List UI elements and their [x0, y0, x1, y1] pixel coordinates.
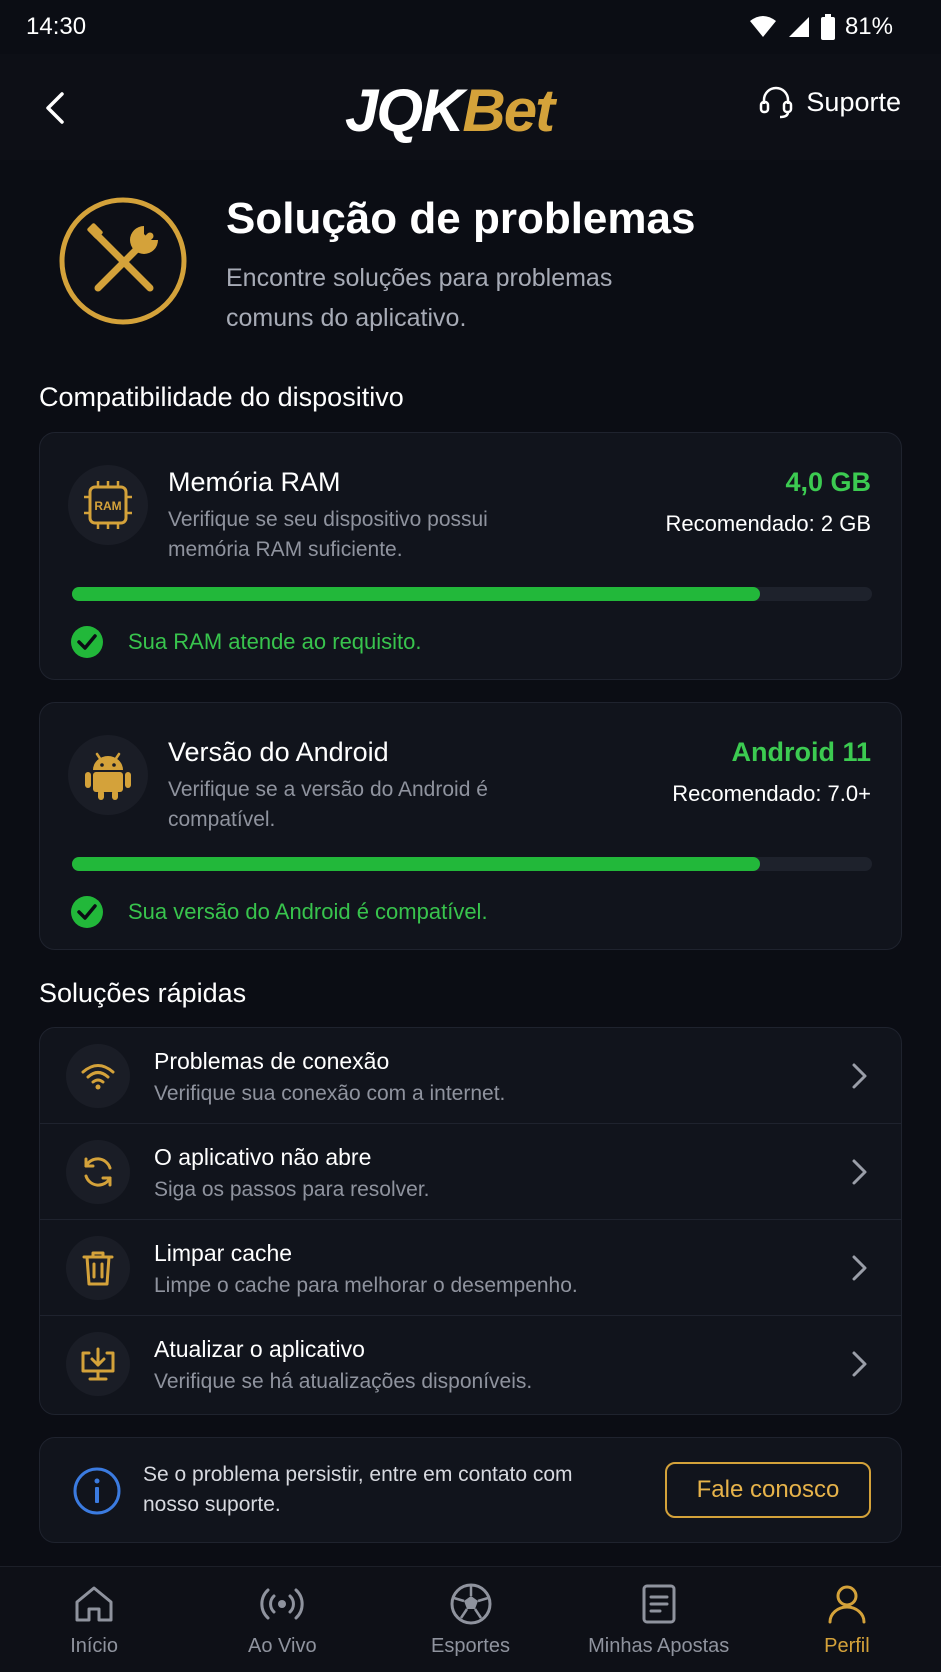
android-progress-fill: [72, 857, 760, 871]
battery-percent: 81%: [844, 13, 893, 40]
page-title: Solução de problemas: [226, 194, 696, 243]
quick-icon-wrap: [66, 1140, 130, 1204]
android-icon-wrap: [68, 735, 148, 815]
quick-solutions-list: Problemas de conexão Verifique sua conex…: [39, 1027, 902, 1415]
nav-item-sports[interactable]: Esportes: [376, 1567, 564, 1672]
android-progress-track: [72, 857, 872, 871]
home-icon: [75, 1586, 113, 1622]
cell-signal-icon: [788, 17, 809, 37]
live-icon: [260, 1588, 304, 1620]
nav-item-live[interactable]: Ao Vivo: [188, 1567, 376, 1672]
android-status-text: Sua versão do Android é compatível.: [128, 899, 488, 924]
quick-item-title: Limpar cache: [154, 1240, 293, 1266]
status-time: 14:30: [26, 13, 87, 40]
update-icon: [81, 1347, 115, 1381]
android-card: Versão do Android Verifique se a versão …: [39, 702, 902, 950]
profile-icon: [828, 1585, 866, 1624]
ram-status-text: Sua RAM atende ao requisito.: [128, 629, 422, 654]
status-icons: 81%: [749, 13, 893, 41]
android-description: Verifique se a versão do Android é compa…: [168, 778, 488, 831]
page-subtitle: Encontre soluções para problemas comuns …: [226, 264, 613, 332]
trash-icon: [82, 1251, 114, 1286]
quick-solutions-section-title: Soluções rápidas: [39, 978, 247, 1008]
ram-card: RAM Memória RAM Verifique se seu disposi…: [39, 432, 902, 680]
quick-item-description: Verifique sua conexão com a internet.: [154, 1082, 506, 1105]
bets-icon: [642, 1584, 676, 1624]
nav-label: Início: [70, 1635, 118, 1657]
nav-label: Perfil: [824, 1635, 870, 1657]
quick-item-description: Siga os passos para resolver.: [154, 1178, 430, 1201]
android-value: Android 11: [731, 737, 871, 767]
ram-icon-text: RAM: [94, 499, 121, 513]
quick-item-title: Atualizar o aplicativo: [154, 1336, 365, 1362]
tools-icon: [59, 197, 187, 325]
status-bar: 14:30 81%: [0, 0, 941, 54]
nav-item-profile[interactable]: Perfil: [753, 1567, 941, 1672]
contact-us-button[interactable]: Fale conosco: [665, 1462, 871, 1518]
nav-label: Esportes: [431, 1635, 510, 1657]
chevron-right-icon: [852, 1063, 867, 1089]
wifi-icon: [81, 1064, 115, 1090]
ram-chip-icon: RAM: [84, 481, 132, 529]
help-text: Se o problema persistir, entre em contat…: [143, 1463, 573, 1516]
quick-item-description: Limpe o cache para melhorar o desempenho…: [154, 1274, 578, 1297]
app-header: JQKBet Suporte: [0, 54, 941, 160]
ram-progress-track: [72, 587, 872, 601]
logo-part-2: Bet: [462, 77, 555, 144]
ram-check-icon: [71, 626, 103, 658]
quick-item-clear-cache[interactable]: Limpar cache Limpe o cache para melhorar…: [40, 1220, 901, 1316]
support-button[interactable]: Suporte: [758, 84, 901, 120]
quick-icon-wrap: [66, 1044, 130, 1108]
soccer-ball-icon: [450, 1583, 491, 1625]
chevron-right-icon: [852, 1159, 867, 1185]
nav-label: Ao Vivo: [248, 1635, 317, 1657]
quick-item-app-not-opening[interactable]: O aplicativo não abre Siga os passos par…: [40, 1124, 901, 1220]
headset-icon: [760, 86, 793, 119]
quick-item-title: O aplicativo não abre: [154, 1144, 372, 1170]
wifi-signal-icon: [749, 16, 776, 37]
refresh-icon: [84, 1157, 112, 1187]
nav-label: Minhas Apostas: [588, 1635, 730, 1657]
quick-icon-wrap: [66, 1236, 130, 1300]
android-recommended: Recomendado: 7.0+: [672, 781, 871, 806]
quick-icon-wrap: [66, 1332, 130, 1396]
info-icon: [73, 1467, 121, 1515]
ram-progress-fill: [72, 587, 760, 601]
quick-item-description: Verifique se há atualizações disponíveis…: [154, 1370, 533, 1393]
logo-part-1: JQK: [345, 77, 464, 144]
ram-description: Verifique se seu dispositivo possui memó…: [168, 508, 488, 561]
ram-title: Memória RAM: [168, 467, 341, 497]
compatibility-section-title: Compatibilidade do dispositivo: [39, 382, 404, 412]
android-icon: [85, 752, 131, 800]
android-check-icon: [71, 896, 103, 928]
nav-item-my-bets[interactable]: Minhas Apostas: [565, 1567, 753, 1672]
quick-item-update-app[interactable]: Atualizar o aplicativo Verifique se há a…: [40, 1316, 901, 1412]
ram-recommended: Recomendado: 2 GB: [665, 511, 871, 536]
ram-value: 4,0 GB: [785, 467, 871, 497]
nav-item-home[interactable]: Início: [0, 1567, 188, 1672]
chevron-right-icon: [852, 1255, 867, 1281]
bottom-navigation: Início Ao Vivo Esportes Minhas Apostas P…: [0, 1566, 941, 1672]
ram-icon-wrap: RAM: [68, 465, 148, 545]
android-title: Versão do Android: [168, 737, 389, 767]
quick-item-title: Problemas de conexão: [154, 1048, 390, 1074]
support-label: Suporte: [806, 86, 901, 117]
back-arrow-icon[interactable]: [36, 88, 76, 128]
chevron-right-icon: [852, 1351, 867, 1377]
help-card: Se o problema persistir, entre em contat…: [39, 1437, 902, 1543]
quick-item-connection[interactable]: Problemas de conexão Verifique sua conex…: [40, 1028, 901, 1124]
app-logo: JQKBet: [345, 76, 555, 145]
battery-icon: [820, 14, 835, 40]
